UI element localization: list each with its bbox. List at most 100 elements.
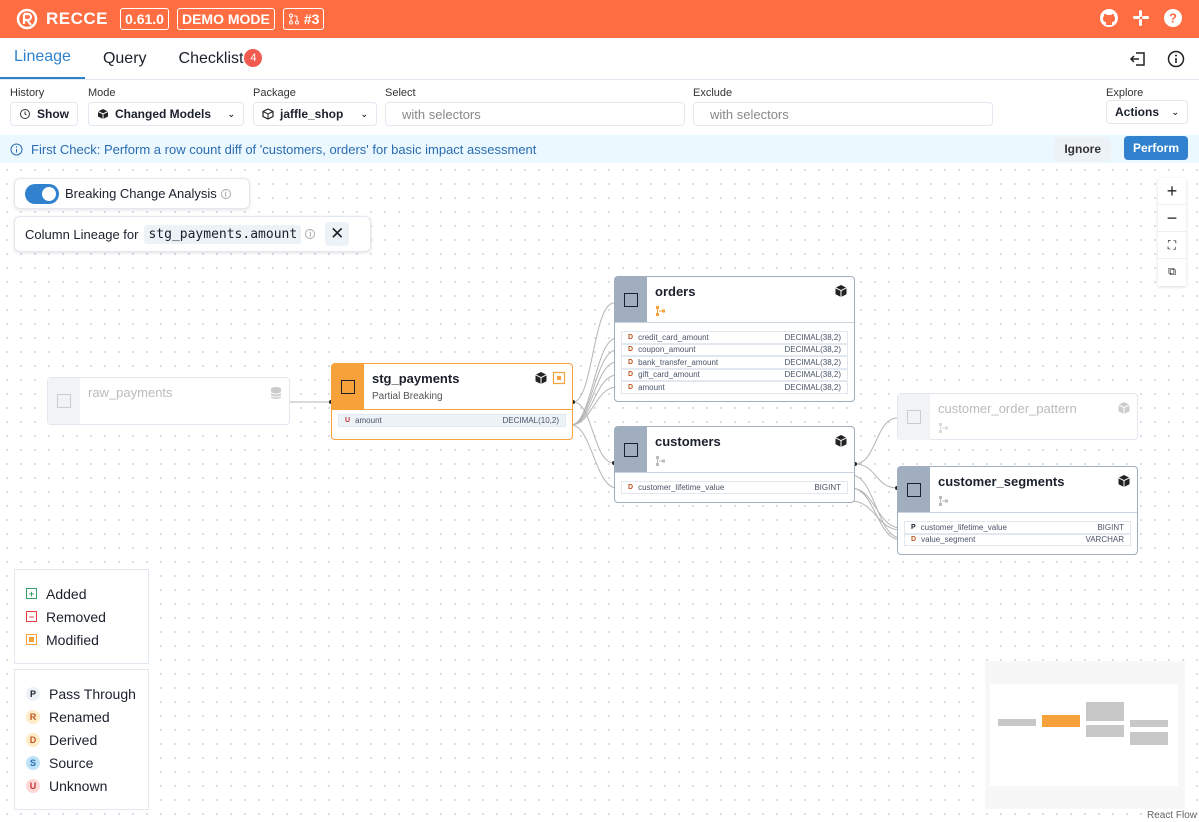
- derived-icon: D: [26, 732, 40, 747]
- model-cube-icon: [1118, 402, 1130, 414]
- node-name: orders: [655, 284, 696, 299]
- ignore-button[interactable]: Ignore: [1054, 137, 1111, 161]
- actions-label: Actions: [1115, 105, 1160, 119]
- help-icon[interactable]: ?: [1163, 8, 1183, 28]
- model-cube-icon: [835, 285, 847, 297]
- minimap-viewport: [990, 684, 1178, 786]
- column-name: amount: [638, 382, 665, 392]
- tab-query[interactable]: Query: [89, 37, 161, 79]
- brand-name: RECCE: [46, 9, 109, 28]
- node-customers[interactable]: customers Dcustomer_lifetime_value BIGINT: [614, 426, 855, 503]
- legend-source: S Source: [15, 751, 148, 774]
- logout-icon[interactable]: [1129, 50, 1147, 68]
- actions-menu-button[interactable]: Actions ⌄: [1106, 100, 1188, 124]
- column-row[interactable]: Dvalue_segment VARCHAR: [904, 533, 1131, 546]
- zoom-out-button[interactable]: −: [1158, 205, 1186, 232]
- edge-clv-pass: [850, 487, 902, 529]
- close-icon[interactable]: ✕: [325, 222, 350, 246]
- minimap-node: [1130, 732, 1168, 745]
- column-name: bank_transfer_amount: [638, 357, 719, 367]
- copy-image-button[interactable]: ⧉: [1158, 259, 1186, 286]
- fit-view-button[interactable]: ⛶: [1158, 232, 1186, 259]
- removed-icon: −: [26, 611, 37, 622]
- model-cube-icon: [835, 435, 847, 447]
- column-row[interactable]: Uamount DECIMAL(10,2): [338, 414, 566, 427]
- edge-col-bank: [570, 361, 618, 426]
- change-legend: + Added − Removed Modified: [14, 569, 149, 664]
- column-row[interactable]: Dbank_transfer_amount DECIMAL(38,2): [621, 356, 848, 369]
- column-tag: D: [628, 383, 634, 391]
- history-button[interactable]: Show: [10, 102, 78, 126]
- package-value: jaffle_shop: [280, 107, 344, 121]
- node-name: stg_payments: [372, 371, 460, 386]
- mode-select[interactable]: Changed Models ⌄: [88, 102, 244, 126]
- node-name: customers: [655, 434, 721, 449]
- column-tag: P: [911, 523, 916, 531]
- legend-label: Added: [46, 585, 87, 602]
- info-icon[interactable]: i: [220, 188, 231, 199]
- history-icon: [20, 109, 30, 119]
- column-tag: D: [628, 358, 634, 366]
- added-icon: +: [26, 588, 37, 599]
- github-icon[interactable]: [1099, 8, 1119, 28]
- column-name: credit_card_amount: [638, 332, 709, 342]
- minimap[interactable]: React Flow: [985, 661, 1197, 821]
- select-input[interactable]: with selectors: [385, 102, 685, 126]
- package-group: Package jaffle_shop ⌄: [253, 87, 377, 126]
- select-group: Select with selectors: [385, 87, 685, 126]
- perform-button[interactable]: Perform: [1123, 136, 1188, 160]
- column-type: DECIMAL(38,2): [784, 345, 841, 355]
- explore-label: Explore: [1106, 87, 1144, 99]
- column-row[interactable]: Dcoupon_amount DECIMAL(38,2): [621, 343, 848, 356]
- pr-badge[interactable]: #3: [282, 8, 325, 30]
- zoom-controls: + − ⛶ ⧉: [1158, 178, 1186, 286]
- column-list: Pcustomer_lifetime_value BIGINT Dvalue_se…: [898, 513, 1137, 550]
- lineage-canvas[interactable]: Breaking Change Analysis i Column Lineag…: [0, 163, 1199, 822]
- zoom-in-button[interactable]: +: [1158, 178, 1186, 205]
- column-tag: D: [628, 483, 634, 491]
- svg-text:?: ?: [1169, 11, 1177, 26]
- column-row[interactable]: Dcustomer_lifetime_value BIGINT: [621, 481, 848, 494]
- checklist-count-badge: 4: [244, 49, 263, 67]
- history-value: Show: [37, 107, 69, 121]
- edge-customers-pattern: [854, 417, 898, 465]
- column-row[interactable]: Pcustomer_lifetime_value BIGINT: [904, 521, 1131, 534]
- node-raw-payments[interactable]: raw_payments: [47, 377, 290, 425]
- package-select[interactable]: jaffle_shop ⌄: [253, 102, 377, 126]
- column-row[interactable]: Dgift_card_amount DECIMAL(38,2): [621, 368, 848, 381]
- edge-col-coupon: [570, 349, 618, 426]
- legend-removed: − Removed: [15, 605, 148, 628]
- column-tag: U: [345, 416, 351, 424]
- main-tabs: Lineage Query Checklist 4: [0, 38, 1199, 80]
- slack-icon[interactable]: [1131, 8, 1151, 28]
- react-flow-attribution[interactable]: React Flow: [1147, 810, 1197, 821]
- breaking-change-switch[interactable]: [25, 183, 59, 204]
- column-type: BIGINT: [814, 482, 841, 492]
- mode-value: Changed Models: [115, 107, 212, 121]
- legend-renamed: R Renamed: [15, 705, 148, 728]
- chevron-down-icon: ⌄: [227, 108, 235, 119]
- exclude-input[interactable]: with selectors: [693, 102, 993, 126]
- unknown-icon: U: [26, 778, 40, 793]
- exclude-label: Exclude: [693, 87, 733, 99]
- node-customer-order-pattern[interactable]: customer_order_pattern: [897, 393, 1138, 440]
- minimap-node: [1086, 702, 1124, 721]
- info-icon[interactable]: [1167, 50, 1185, 68]
- node-customer-segments[interactable]: customer_segments Pcustomer_lifetime_val…: [897, 466, 1138, 555]
- tab-lineage[interactable]: Lineage: [0, 37, 85, 79]
- node-orders[interactable]: orders Dcredit_card_amount DECIMAL(38,2) …: [614, 276, 855, 402]
- column-row[interactable]: Damount DECIMAL(38,2): [621, 381, 848, 394]
- node-stg-payments[interactable]: stg_payments Partial Breaking Uamount DE…: [331, 363, 573, 440]
- info-icon[interactable]: i: [305, 229, 316, 239]
- column-lineage-column: stg_payments.amount: [144, 224, 302, 244]
- minimap-node: [1042, 715, 1080, 727]
- column-row[interactable]: Dcredit_card_amount DECIMAL(38,2): [621, 331, 848, 344]
- column-name: amount: [355, 415, 382, 425]
- node-impact-label: Partial Breaking: [372, 391, 443, 402]
- column-type: BIGINT: [1097, 522, 1124, 532]
- legend-label: Removed: [46, 608, 106, 625]
- column-tag: D: [911, 536, 917, 544]
- column-name: customer_lifetime_value: [638, 482, 725, 492]
- tab-checklist[interactable]: Checklist 4: [165, 37, 277, 79]
- explore-group: Explore Actions ⌄: [1106, 87, 1188, 124]
